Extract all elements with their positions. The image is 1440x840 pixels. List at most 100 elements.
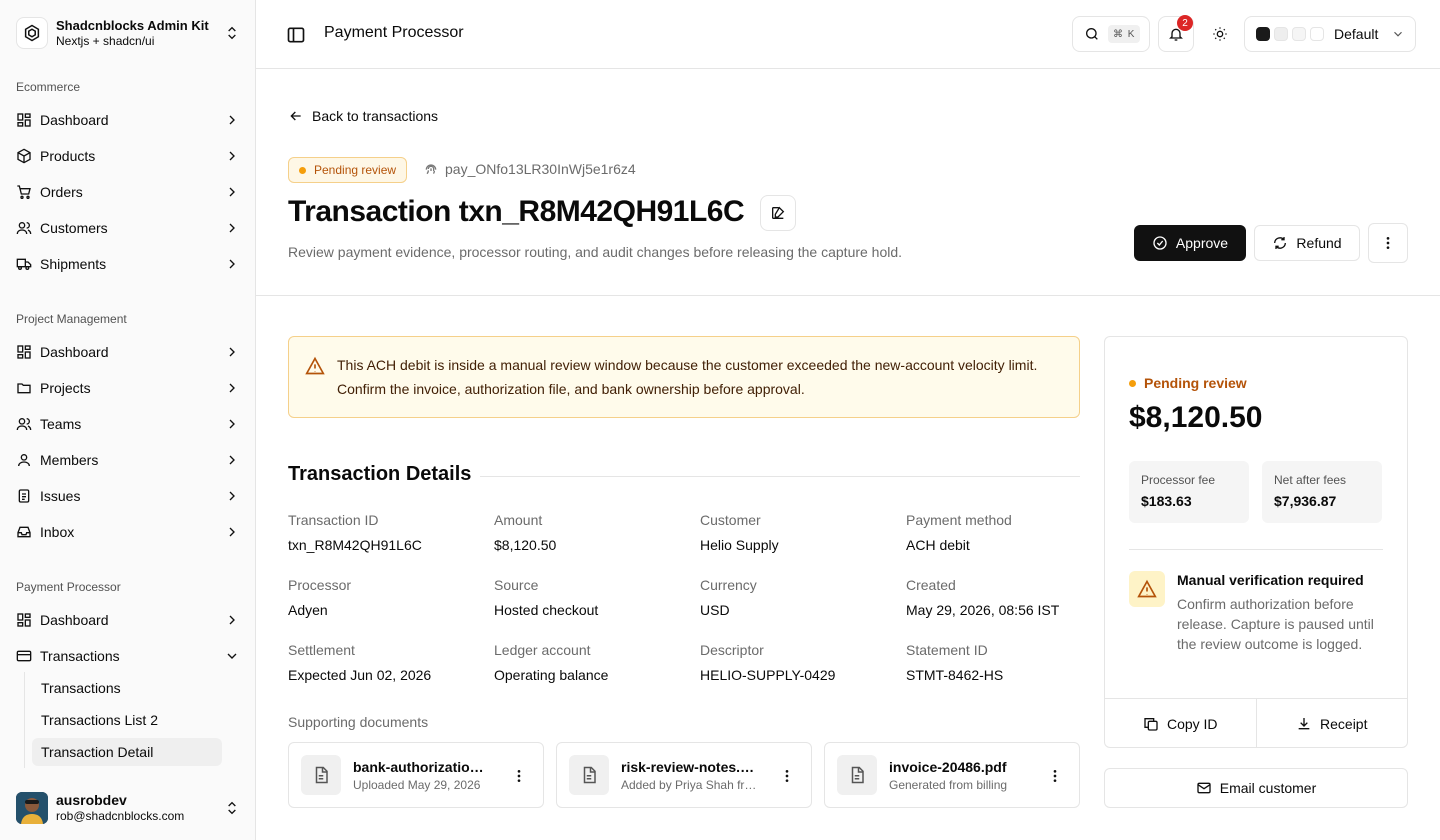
- field-value: Expected Jun 02, 2026: [288, 667, 432, 683]
- field-value: Hosted checkout: [494, 602, 599, 618]
- clipboard-list-icon: [16, 488, 32, 504]
- sidebar-subitem-transactions-list-2[interactable]: Transactions List 2: [32, 706, 222, 734]
- field-value: May 29, 2026, 08:56 IST: [906, 602, 1060, 618]
- document-meta: Added by Priya Shah from risk: [621, 778, 757, 792]
- receipt-button[interactable]: Receipt: [1255, 699, 1408, 748]
- field-statement-id: Statement ID STMT-8462-HS: [906, 641, 1106, 684]
- field-label: Settlement: [288, 642, 355, 658]
- search-button[interactable]: ⌘ K: [1072, 16, 1150, 52]
- sidebar-item-products[interactable]: Products: [8, 140, 248, 172]
- approve-button[interactable]: Approve: [1134, 225, 1246, 261]
- dashboard-icon: [16, 612, 32, 628]
- status-dot: [1129, 379, 1136, 387]
- back-link[interactable]: Back to transactions: [288, 108, 438, 124]
- more-vertical-icon: [1380, 235, 1396, 251]
- more-vertical-icon[interactable]: [511, 768, 527, 784]
- sidebar-item-issues[interactable]: Issues: [8, 480, 248, 512]
- warning-icon: [1129, 571, 1165, 607]
- sidebar-item-transactions[interactable]: Transactions: [8, 640, 248, 672]
- sidebar-item-shipments[interactable]: Shipments: [8, 248, 248, 280]
- warning-icon: [305, 356, 325, 376]
- users-icon: [16, 416, 32, 432]
- chevron-right-icon: [224, 380, 240, 396]
- processor-fee-value: $183.63: [1141, 493, 1192, 509]
- copy-id-label: Copy ID: [1166, 715, 1218, 732]
- copy-id-button[interactable]: Copy ID: [1105, 699, 1256, 748]
- brand-logo-icon: [16, 17, 48, 49]
- documents-label: Supporting documents: [288, 714, 429, 730]
- field-label: Transaction ID: [288, 512, 379, 528]
- sidebar-item-teams[interactable]: Teams: [8, 408, 248, 440]
- sidebar-subitem-transaction-detail[interactable]: Transaction Detail: [32, 738, 222, 766]
- more-vertical-icon[interactable]: [779, 768, 795, 784]
- download-icon: [1296, 716, 1312, 732]
- sidebar-item-orders[interactable]: Orders: [8, 176, 248, 208]
- review-alert: This ACH debit is inside a manual review…: [288, 336, 1080, 418]
- sidebar-item-payment-dashboard[interactable]: Dashboard: [8, 604, 248, 636]
- chevrons-up-down-icon: [224, 25, 240, 41]
- topbar: Payment Processor ⌘ K 2 Default: [256, 0, 1440, 69]
- page-subtitle: Review payment evidence, processor routi…: [288, 244, 903, 260]
- field-value: ACH debit: [906, 537, 970, 553]
- sidebar-subitem-transactions[interactable]: Transactions: [32, 674, 222, 702]
- field-ledger-account: Ledger account Operating balance: [494, 641, 694, 684]
- sidebar-item-inbox[interactable]: Inbox: [8, 516, 248, 548]
- user-name: ausrobdev: [56, 792, 127, 808]
- sidebar-item-label: Projects: [40, 380, 91, 396]
- dashboard-icon: [16, 112, 32, 128]
- section-label-project-management: Project Management: [16, 312, 127, 326]
- chevron-right-icon: [224, 256, 240, 272]
- sidebar-item-label: Members: [40, 452, 99, 468]
- header-divider: [256, 295, 1440, 296]
- field-label: Processor: [288, 577, 352, 593]
- file-icon: [837, 755, 877, 795]
- more-actions-button[interactable]: [1368, 223, 1408, 263]
- inbox-icon: [16, 524, 32, 540]
- theme-toggle-button[interactable]: [1202, 16, 1238, 52]
- refund-label: Refund: [1296, 235, 1342, 251]
- brand-switcher[interactable]: Shadcnblocks Admin Kit Nextjs + shadcn/u…: [16, 16, 240, 50]
- dashboard-icon: [16, 344, 32, 360]
- field-label: Descriptor: [700, 642, 764, 658]
- status-badge-label: Pending review: [314, 163, 397, 177]
- sidebar-item-label: Products: [40, 148, 96, 164]
- document-meta: Uploaded May 29, 2026: [353, 778, 481, 792]
- field-amount: Amount $8,120.50: [494, 511, 694, 554]
- user-email: rob@shadcnblocks.com: [56, 809, 185, 823]
- document-card[interactable]: invoice-20486.pdf Generated from billing: [824, 742, 1080, 808]
- document-card[interactable]: bank-authorization.pdf Uploaded May 29, …: [288, 742, 544, 808]
- more-vertical-icon[interactable]: [1047, 768, 1063, 784]
- sidebar-item-customers[interactable]: Customers: [8, 212, 248, 244]
- notification-count-badge: 2: [1177, 15, 1193, 31]
- field-descriptor: Descriptor HELIO-SUPPLY-0429: [700, 641, 900, 684]
- net-after-fees-box: Net after fees $7,936.87: [1262, 461, 1382, 523]
- file-icon: [301, 755, 341, 795]
- sidebar-item-label: Transactions: [40, 648, 120, 664]
- alert-text: This ACH debit is inside a manual review…: [337, 357, 1038, 397]
- sidebar-item-pm-dashboard[interactable]: Dashboard: [8, 336, 248, 368]
- chevron-right-icon: [224, 220, 240, 236]
- back-link-label: Back to transactions: [312, 108, 439, 124]
- refund-button[interactable]: Refund: [1254, 225, 1360, 261]
- edit-button[interactable]: [760, 195, 796, 231]
- check-circle-icon: [1152, 235, 1168, 251]
- sidebar-toggle-icon[interactable]: [286, 25, 306, 45]
- chevrons-up-down-icon: [224, 800, 240, 816]
- email-customer-button[interactable]: Email customer: [1104, 768, 1408, 808]
- search-icon: [1084, 26, 1100, 42]
- field-label: Ledger account: [494, 642, 591, 658]
- truck-icon: [16, 256, 32, 272]
- chevron-right-icon: [224, 416, 240, 432]
- page-title: Payment Processor: [324, 24, 464, 41]
- document-meta: Generated from billing: [889, 778, 1008, 792]
- user-menu[interactable]: ausrobdev rob@shadcnblocks.com: [16, 790, 240, 826]
- document-card[interactable]: risk-review-notes.txt Added by Priya Sha…: [556, 742, 812, 808]
- sidebar-item-ecommerce-dashboard[interactable]: Dashboard: [8, 104, 248, 136]
- sidebar-item-projects[interactable]: Projects: [8, 372, 248, 404]
- field-transaction-id: Transaction ID txn_R8M42QH91L6C: [288, 511, 488, 554]
- receipt-label: Receipt: [1320, 715, 1368, 732]
- field-customer: Customer Helio Supply: [700, 511, 900, 554]
- field-label: Statement ID: [906, 642, 988, 658]
- sidebar-item-members[interactable]: Members: [8, 444, 248, 476]
- theme-select[interactable]: Default: [1244, 16, 1416, 52]
